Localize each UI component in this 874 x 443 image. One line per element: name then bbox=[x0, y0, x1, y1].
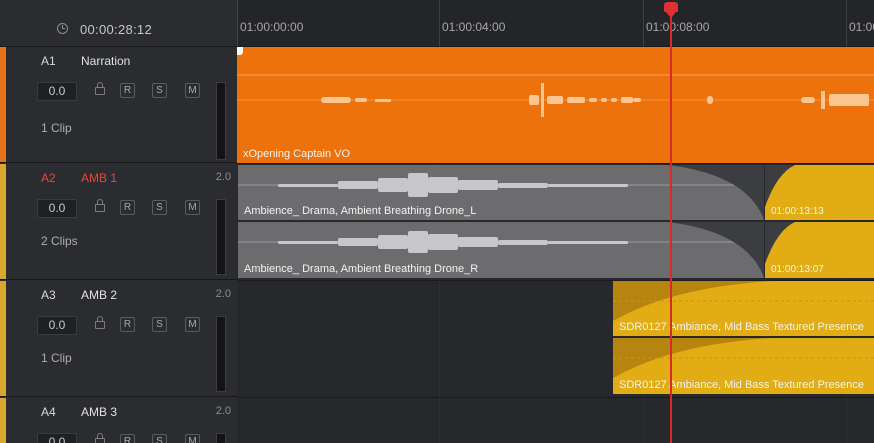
clip-name: xOpening Captain VO bbox=[243, 148, 351, 160]
track-name[interactable]: Narration bbox=[81, 54, 130, 68]
timecode-display[interactable]: 00:00:28:12 bbox=[80, 22, 152, 37]
track-color-stripe bbox=[0, 398, 6, 443]
mute-button[interactable]: M bbox=[185, 200, 200, 215]
fairlight-timeline-app: 00:00:28:12 A1 Narration 0.0 R S M 1 Cli… bbox=[0, 0, 874, 443]
track-channels: 2.0 bbox=[215, 288, 231, 300]
clip-sdr-top[interactable]: SDR0127 Ambiance, Mid Bass Textured Pres… bbox=[613, 281, 874, 336]
track-headers-panel: 00:00:28:12 A1 Narration 0.0 R S M 1 Cli… bbox=[0, 0, 237, 443]
volume-field[interactable]: 0.0 bbox=[37, 199, 77, 218]
track-id: A2 bbox=[41, 171, 56, 185]
timeline-ruler[interactable]: 01:00:00:00 01:00:04:00 01:00:08:00 01:0… bbox=[237, 0, 874, 47]
solo-button[interactable]: S bbox=[152, 317, 167, 332]
mute-button[interactable]: M bbox=[185, 83, 200, 98]
ruler-label: 01:00:08:00 bbox=[646, 20, 710, 34]
level-meter bbox=[216, 199, 226, 275]
track-header-a1[interactable]: A1 Narration 0.0 R S M 1 Clip bbox=[0, 47, 237, 163]
timeline-area[interactable]: 01:00:00:00 01:00:04:00 01:00:08:00 01:0… bbox=[237, 0, 874, 443]
volume-field[interactable]: 0.0 bbox=[37, 82, 77, 101]
lock-icon[interactable] bbox=[95, 316, 105, 329]
track-header-a3[interactable]: A3 AMB 2 2.0 0.0 R S M 1 Clip bbox=[0, 281, 237, 397]
clip-timecode: 01:00:13:07 bbox=[771, 264, 824, 275]
record-arm-button[interactable]: R bbox=[120, 317, 135, 332]
track-id: A4 bbox=[41, 405, 56, 419]
volume-field[interactable]: 0.0 bbox=[37, 433, 77, 443]
track-color-stripe bbox=[0, 164, 6, 279]
level-meter bbox=[216, 82, 226, 160]
lock-icon[interactable] bbox=[95, 82, 105, 95]
clip-timecode: 01:00:13:13 bbox=[771, 206, 824, 217]
lane-separator bbox=[237, 163, 874, 164]
playhead-line[interactable] bbox=[670, 8, 672, 443]
track-name[interactable]: AMB 2 bbox=[81, 288, 117, 302]
clip-count: 2 Clips bbox=[41, 234, 78, 248]
ruler-tick bbox=[237, 0, 238, 46]
clip-name: Ambience_ Drama, Ambient Breathing Drone… bbox=[244, 205, 477, 217]
track-color-stripe bbox=[0, 47, 6, 162]
clip-narration[interactable]: xOpening Captain VO bbox=[237, 47, 874, 163]
lock-icon[interactable] bbox=[95, 199, 105, 212]
volume-field[interactable]: 0.0 bbox=[37, 316, 77, 335]
track-header-a2[interactable]: A2 AMB 1 2.0 0.0 R S M 2 Clips bbox=[0, 164, 237, 280]
level-meter bbox=[216, 433, 226, 443]
mute-button[interactable]: M bbox=[185, 317, 200, 332]
clip-name: SDR0127 Ambiance, Mid Bass Textured Pres… bbox=[619, 321, 864, 333]
waveform bbox=[237, 74, 874, 117]
playhead-icon[interactable] bbox=[664, 2, 678, 18]
track-header-a4[interactable]: A4 AMB 3 2.0 0.0 R S M bbox=[0, 398, 237, 443]
clip-ambience-l[interactable]: Ambience_ Drama, Ambient Breathing Drone… bbox=[238, 165, 764, 220]
solo-button[interactable]: S bbox=[152, 83, 167, 98]
clip-ambience-r-next[interactable]: 01:00:13:07 bbox=[765, 222, 874, 278]
track-channels: 2.0 bbox=[215, 171, 231, 183]
track-name[interactable]: AMB 1 bbox=[81, 171, 117, 185]
track-color-stripe bbox=[0, 281, 6, 396]
ruler-label: 01:00:04:00 bbox=[442, 20, 506, 34]
record-arm-button[interactable]: R bbox=[120, 83, 135, 98]
ruler-tick bbox=[846, 0, 847, 46]
timecode-bar: 00:00:28:12 bbox=[0, 0, 237, 47]
track-id: A1 bbox=[41, 54, 56, 68]
ruler-label: 01:00:00:00 bbox=[240, 20, 304, 34]
record-arm-button[interactable]: R bbox=[120, 434, 135, 443]
track-channels: 2.0 bbox=[215, 405, 231, 417]
ruler-tick bbox=[643, 0, 644, 46]
solo-button[interactable]: S bbox=[152, 200, 167, 215]
clip-ambience-r[interactable]: Ambience_ Drama, Ambient Breathing Drone… bbox=[238, 222, 764, 278]
ruler-label: 01:00:12:00 bbox=[849, 20, 874, 34]
clip-sdr-bottom[interactable]: SDR0127 Ambiance, Mid Bass Textured Pres… bbox=[613, 338, 874, 394]
lane-separator bbox=[237, 397, 874, 398]
clip-name: Ambience_ Drama, Ambient Breathing Drone… bbox=[244, 263, 479, 275]
clip-count: 1 Clip bbox=[41, 351, 72, 365]
clock-icon bbox=[57, 23, 68, 34]
ruler-tick bbox=[439, 0, 440, 46]
mute-button[interactable]: M bbox=[185, 434, 200, 443]
clip-start-marker bbox=[237, 47, 243, 55]
clip-ambience-l-next[interactable]: 01:00:13:13 bbox=[765, 165, 874, 220]
lock-icon[interactable] bbox=[95, 433, 105, 443]
clip-count: 1 Clip bbox=[41, 121, 72, 135]
record-arm-button[interactable]: R bbox=[120, 200, 135, 215]
solo-button[interactable]: S bbox=[152, 434, 167, 443]
level-meter bbox=[216, 316, 226, 392]
clip-name: SDR0127 Ambiance, Mid Bass Textured Pres… bbox=[619, 379, 864, 391]
track-id: A3 bbox=[41, 288, 56, 302]
track-name[interactable]: AMB 3 bbox=[81, 405, 117, 419]
